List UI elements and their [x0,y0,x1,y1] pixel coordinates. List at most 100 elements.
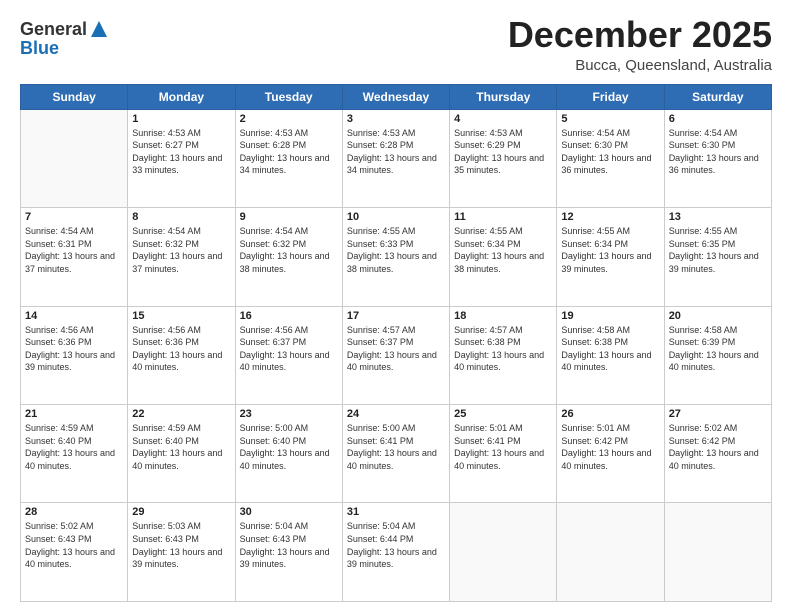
calendar-cell: 8Sunrise: 4:54 AM Sunset: 6:32 PM Daylig… [128,208,235,306]
day-info: Sunrise: 5:01 AM Sunset: 6:42 PM Dayligh… [561,422,659,472]
calendar-cell: 17 Sunrise: 4:57 AM Sunset: 6:37 PM Dayli… [342,306,449,404]
calendar-cell: 24 Sunrise: 5:00 AM Sunset: 6:41 PM Dayli… [342,405,449,503]
day-info: Sunrise: 5:02 AM Sunset: 6:43 PM Dayligh… [25,520,123,570]
day-info: Sunrise: 4:55 AM Sunset: 6:35 PM Dayligh… [669,225,767,275]
calendar-header-monday: Monday [128,84,235,109]
day-number: 8 [132,211,230,223]
day-number: 22 [132,408,230,420]
calendar-cell [21,109,128,207]
day-number: 31 [347,506,445,518]
day-info: Sunrise: 5:02 AM Sunset: 6:42 PM Dayligh… [669,422,767,472]
calendar-cell: 31Sunrise: 5:04 AM Sunset: 6:44 PM Dayli… [342,503,449,602]
calendar-cell: 3Sunrise: 4:53 AM Sunset: 6:28 PM Daylig… [342,109,449,207]
day-number: 11 [454,211,552,223]
day-info: Sunrise: 5:00 AM Sunset: 6:41 PM Dayligh… [347,422,445,472]
day-number: 1 [132,113,230,125]
day-number: 12 [561,211,659,223]
day-number: 10 [347,211,445,223]
day-number: 17 [347,310,445,322]
day-number: 24 [347,408,445,420]
logo-icon [89,19,109,39]
week-row-3: 14 Sunrise: 4:56 AM Sunset: 6:36 PM Dayli… [21,306,772,404]
calendar-cell: 4Sunrise: 4:53 AM Sunset: 6:29 PM Daylig… [450,109,557,207]
day-info: Sunrise: 4:53 AM Sunset: 6:28 PM Dayligh… [240,127,338,177]
header: General Blue December 2025 Bucca, Queens… [20,15,772,74]
day-number: 25 [454,408,552,420]
day-info: Sunrise: 4:58 AM Sunset: 6:38 PM Dayligh… [561,324,659,374]
location: Bucca, Queensland, Australia [508,57,772,74]
day-number: 6 [669,113,767,125]
calendar-cell: 1Sunrise: 4:53 AM Sunset: 6:27 PM Daylig… [128,109,235,207]
day-info: Sunrise: 4:55 AM Sunset: 6:34 PM Dayligh… [561,225,659,275]
day-info: Sunrise: 4:56 AM Sunset: 6:36 PM Dayligh… [25,324,123,374]
day-number: 20 [669,310,767,322]
calendar-page: General Blue December 2025 Bucca, Queens… [0,0,792,612]
calendar-header-wednesday: Wednesday [342,84,449,109]
calendar-cell: 15 Sunrise: 4:56 AM Sunset: 6:36 PM Dayli… [128,306,235,404]
day-info: Sunrise: 4:56 AM Sunset: 6:36 PM Dayligh… [132,324,230,374]
day-info: Sunrise: 4:55 AM Sunset: 6:33 PM Dayligh… [347,225,445,275]
calendar-cell: 30Sunrise: 5:04 AM Sunset: 6:43 PM Dayli… [235,503,342,602]
logo: General Blue [20,19,109,59]
day-info: Sunrise: 5:03 AM Sunset: 6:43 PM Dayligh… [132,520,230,570]
calendar-cell: 20Sunrise: 4:58 AM Sunset: 6:39 PM Dayli… [664,306,771,404]
week-row-1: 1Sunrise: 4:53 AM Sunset: 6:27 PM Daylig… [21,109,772,207]
day-info: Sunrise: 5:01 AM Sunset: 6:41 PM Dayligh… [454,422,552,472]
calendar-cell: 23 Sunrise: 5:00 AM Sunset: 6:40 PM Dayli… [235,405,342,503]
day-info: Sunrise: 4:54 AM Sunset: 6:30 PM Dayligh… [669,127,767,177]
calendar-cell: 2 Sunrise: 4:53 AM Sunset: 6:28 PM Daylig… [235,109,342,207]
day-number: 23 [240,408,338,420]
day-number: 2 [240,113,338,125]
day-number: 28 [25,506,123,518]
day-number: 15 [132,310,230,322]
calendar-cell: 26 Sunrise: 5:01 AM Sunset: 6:42 PM Dayli… [557,405,664,503]
week-row-4: 21Sunrise: 4:59 AM Sunset: 6:40 PM Dayli… [21,405,772,503]
day-number: 3 [347,113,445,125]
calendar-header-saturday: Saturday [664,84,771,109]
calendar-cell: 5 Sunrise: 4:54 AM Sunset: 6:30 PM Daylig… [557,109,664,207]
calendar-table: SundayMondayTuesdayWednesdayThursdayFrid… [20,84,772,602]
calendar-header-row: SundayMondayTuesdayWednesdayThursdayFrid… [21,84,772,109]
calendar-cell: 25 Sunrise: 5:01 AM Sunset: 6:41 PM Dayli… [450,405,557,503]
day-info: Sunrise: 4:56 AM Sunset: 6:37 PM Dayligh… [240,324,338,374]
calendar-header-sunday: Sunday [21,84,128,109]
day-number: 26 [561,408,659,420]
day-info: Sunrise: 4:57 AM Sunset: 6:38 PM Dayligh… [454,324,552,374]
calendar-cell: 11 Sunrise: 4:55 AM Sunset: 6:34 PM Dayli… [450,208,557,306]
calendar-cell: 12 Sunrise: 4:55 AM Sunset: 6:34 PM Dayli… [557,208,664,306]
day-info: Sunrise: 4:54 AM Sunset: 6:32 PM Dayligh… [240,225,338,275]
day-number: 9 [240,211,338,223]
calendar-cell: 13 Sunrise: 4:55 AM Sunset: 6:35 PM Dayli… [664,208,771,306]
calendar-cell [557,503,664,602]
calendar-cell: 21Sunrise: 4:59 AM Sunset: 6:40 PM Dayli… [21,405,128,503]
day-info: Sunrise: 4:54 AM Sunset: 6:31 PM Dayligh… [25,225,123,275]
day-number: 16 [240,310,338,322]
calendar-cell: 10 Sunrise: 4:55 AM Sunset: 6:33 PM Dayli… [342,208,449,306]
logo-general-text: General [20,19,87,40]
calendar-cell [664,503,771,602]
title-block: December 2025 Bucca, Queensland, Austral… [508,15,772,74]
calendar-cell: 22Sunrise: 4:59 AM Sunset: 6:40 PM Dayli… [128,405,235,503]
day-info: Sunrise: 5:00 AM Sunset: 6:40 PM Dayligh… [240,422,338,472]
day-info: Sunrise: 4:54 AM Sunset: 6:30 PM Dayligh… [561,127,659,177]
calendar-header-thursday: Thursday [450,84,557,109]
day-number: 5 [561,113,659,125]
calendar-header-friday: Friday [557,84,664,109]
day-number: 14 [25,310,123,322]
calendar-cell: 28 Sunrise: 5:02 AM Sunset: 6:43 PM Dayli… [21,503,128,602]
calendar-cell: 29 Sunrise: 5:03 AM Sunset: 6:43 PM Dayli… [128,503,235,602]
calendar-cell [450,503,557,602]
logo-blue-text: Blue [20,38,109,59]
day-number: 27 [669,408,767,420]
calendar-cell: 19 Sunrise: 4:58 AM Sunset: 6:38 PM Dayli… [557,306,664,404]
calendar-cell: 16 Sunrise: 4:56 AM Sunset: 6:37 PM Dayli… [235,306,342,404]
calendar-cell: 9 Sunrise: 4:54 AM Sunset: 6:32 PM Daylig… [235,208,342,306]
day-number: 18 [454,310,552,322]
day-number: 13 [669,211,767,223]
day-info: Sunrise: 4:55 AM Sunset: 6:34 PM Dayligh… [454,225,552,275]
day-number: 29 [132,506,230,518]
day-number: 19 [561,310,659,322]
day-info: Sunrise: 4:57 AM Sunset: 6:37 PM Dayligh… [347,324,445,374]
calendar-cell: 7Sunrise: 4:54 AM Sunset: 6:31 PM Daylig… [21,208,128,306]
day-number: 21 [25,408,123,420]
